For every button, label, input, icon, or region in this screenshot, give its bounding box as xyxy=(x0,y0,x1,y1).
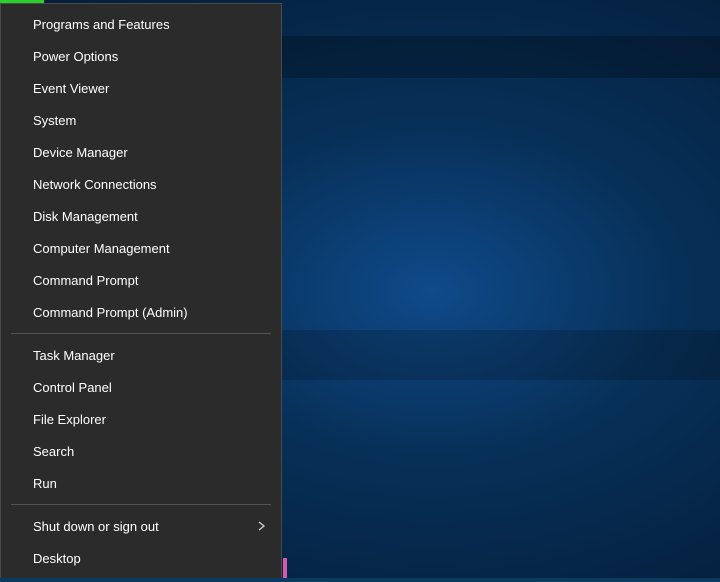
menu-item-command-prompt[interactable]: Command Prompt xyxy=(1,264,281,296)
menu-item-run[interactable]: Run xyxy=(1,467,281,499)
menu-item-search[interactable]: Search xyxy=(1,435,281,467)
menu-item-label: Control Panel xyxy=(33,380,112,395)
menu-item-label: Command Prompt xyxy=(33,273,138,288)
menu-item-computer-management[interactable]: Computer Management xyxy=(1,232,281,264)
menu-item-label: Programs and Features xyxy=(33,17,170,32)
menu-item-shut-down-or-sign-out[interactable]: Shut down or sign out xyxy=(1,510,281,542)
menu-item-label: Task Manager xyxy=(33,348,115,363)
menu-item-label: Shut down or sign out xyxy=(33,519,159,534)
menu-item-label: Search xyxy=(33,444,74,459)
menu-item-label: Device Manager xyxy=(33,145,128,160)
menu-item-programs-and-features[interactable]: Programs and Features xyxy=(1,8,281,40)
power-user-menu: Programs and Features Power Options Even… xyxy=(0,3,282,579)
menu-item-event-viewer[interactable]: Event Viewer xyxy=(1,72,281,104)
menu-item-network-connections[interactable]: Network Connections xyxy=(1,168,281,200)
menu-item-label: Run xyxy=(33,476,57,491)
menu-separator xyxy=(11,504,271,505)
chevron-right-icon xyxy=(257,519,267,533)
menu-separator xyxy=(11,333,271,334)
menu-item-disk-management[interactable]: Disk Management xyxy=(1,200,281,232)
menu-item-task-manager[interactable]: Task Manager xyxy=(1,339,281,371)
taskbar-edge xyxy=(0,578,720,582)
menu-item-label: System xyxy=(33,113,76,128)
menu-item-label: File Explorer xyxy=(33,412,106,427)
menu-item-desktop[interactable]: Desktop xyxy=(1,542,281,574)
menu-item-label: Computer Management xyxy=(33,241,170,256)
menu-item-control-panel[interactable]: Control Panel xyxy=(1,371,281,403)
menu-item-label: Desktop xyxy=(33,551,81,566)
background-window-sliver xyxy=(283,558,287,578)
menu-item-command-prompt-admin[interactable]: Command Prompt (Admin) xyxy=(1,296,281,328)
menu-item-device-manager[interactable]: Device Manager xyxy=(1,136,281,168)
menu-item-label: Power Options xyxy=(33,49,118,64)
menu-item-file-explorer[interactable]: File Explorer xyxy=(1,403,281,435)
menu-item-label: Disk Management xyxy=(33,209,138,224)
menu-item-power-options[interactable]: Power Options xyxy=(1,40,281,72)
menu-item-system[interactable]: System xyxy=(1,104,281,136)
menu-item-label: Command Prompt (Admin) xyxy=(33,305,188,320)
menu-item-label: Event Viewer xyxy=(33,81,109,96)
menu-item-label: Network Connections xyxy=(33,177,157,192)
